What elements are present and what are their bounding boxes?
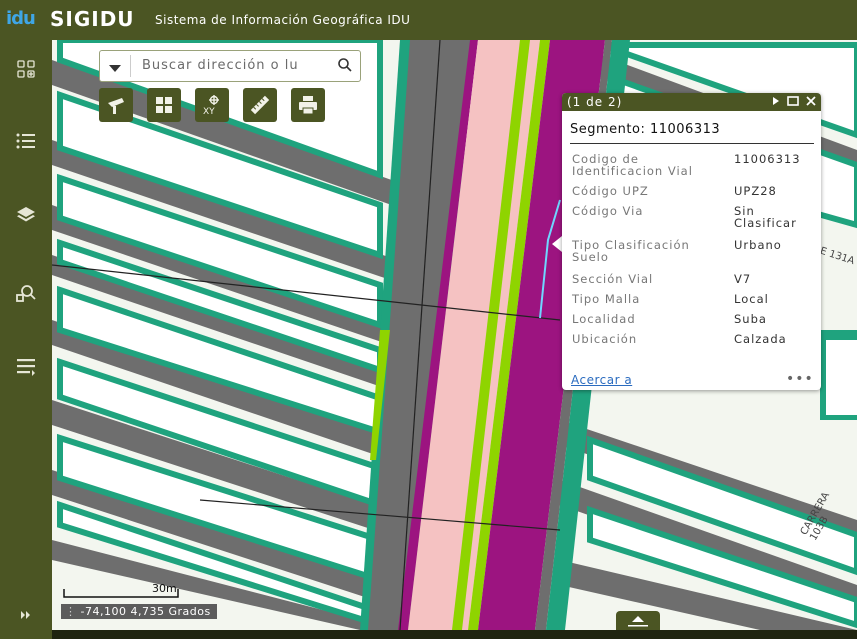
- idu-logo: idu: [6, 8, 36, 29]
- scale-label: 30m: [152, 582, 177, 595]
- app-title: SIGIDU: [50, 7, 135, 31]
- attr-label: Tipo Malla: [572, 292, 641, 306]
- xy-coordinate-icon[interactable]: XY: [195, 88, 229, 122]
- layers-icon[interactable]: [9, 198, 43, 232]
- basemap-icon[interactable]: [99, 88, 133, 122]
- attr-value: 11006313: [734, 152, 801, 166]
- feature-popup: (1 de 2) Segmento: 11006313 Codigo de Id…: [562, 93, 821, 390]
- attr-label: Tipo Clasificación Suelo: [572, 238, 690, 264]
- attr-value: Sin Clasificar: [734, 204, 797, 230]
- search-divider: [130, 55, 131, 77]
- bottom-strip: [52, 630, 857, 639]
- attr-value: UPZ28: [734, 184, 777, 198]
- widgets-grid-icon[interactable]: [9, 52, 43, 86]
- search-icon: [338, 58, 352, 72]
- search-input[interactable]: Buscar dirección o lu: [142, 58, 299, 73]
- zoom-to-link[interactable]: Acercar a: [571, 373, 632, 387]
- attr-label: Localidad: [572, 312, 636, 326]
- print-icon[interactable]: [291, 88, 325, 122]
- attr-value: Local: [734, 292, 769, 306]
- attribute-table-icon[interactable]: [9, 350, 43, 384]
- popup-divider: [570, 143, 814, 144]
- top-bar: idu SIGIDU Sistema de Información Geográ…: [0, 0, 857, 40]
- sidebar: [0, 40, 52, 639]
- attr-value: Suba: [734, 312, 767, 326]
- attr-label: Código Via: [572, 204, 644, 218]
- maximize-icon[interactable]: [787, 94, 799, 108]
- attr-label: Código UPZ: [572, 184, 649, 198]
- search-button[interactable]: [331, 50, 359, 80]
- chevron-down-icon[interactable]: [108, 60, 122, 72]
- attr-label: Ubicación: [572, 332, 638, 346]
- measure-ruler-icon[interactable]: [243, 88, 277, 122]
- coordinates-value: -74,100 4,735 Grados: [80, 605, 211, 618]
- search-box[interactable]: Buscar dirección o lu: [99, 50, 361, 82]
- more-options-icon[interactable]: •••: [786, 371, 814, 387]
- attribute-panel-toggle[interactable]: [616, 611, 660, 630]
- popup-title: Segmento: 11006313: [570, 122, 721, 137]
- popup-header: (1 de 2): [562, 93, 821, 111]
- close-icon[interactable]: [805, 94, 817, 108]
- popup-counter: (1 de 2): [567, 95, 623, 109]
- grid-gallery-icon[interactable]: [147, 88, 181, 122]
- svg-text:XY: XY: [203, 107, 215, 116]
- attr-value: Urbano: [734, 238, 782, 252]
- expand-icon[interactable]: [9, 598, 43, 632]
- popup-controls: [771, 94, 817, 108]
- attr-value: V7: [734, 272, 752, 286]
- attr-label: Codigo de Identificacion Vial: [572, 152, 693, 178]
- query-search-icon[interactable]: [9, 276, 43, 310]
- coordinate-pin-icon[interactable]: ⋮: [65, 605, 77, 618]
- popup-pointer: [552, 236, 562, 252]
- chevron-up-icon: [628, 616, 648, 627]
- attr-value: Calzada: [734, 332, 787, 346]
- legend-list-icon[interactable]: [9, 124, 43, 158]
- attr-label: Sección Vial: [572, 272, 654, 286]
- coordinates-readout: ⋮ -74,100 4,735 Grados: [61, 604, 217, 619]
- next-icon[interactable]: [771, 94, 781, 108]
- app-subtitle: Sistema de Información Geográfica IDU: [155, 13, 411, 27]
